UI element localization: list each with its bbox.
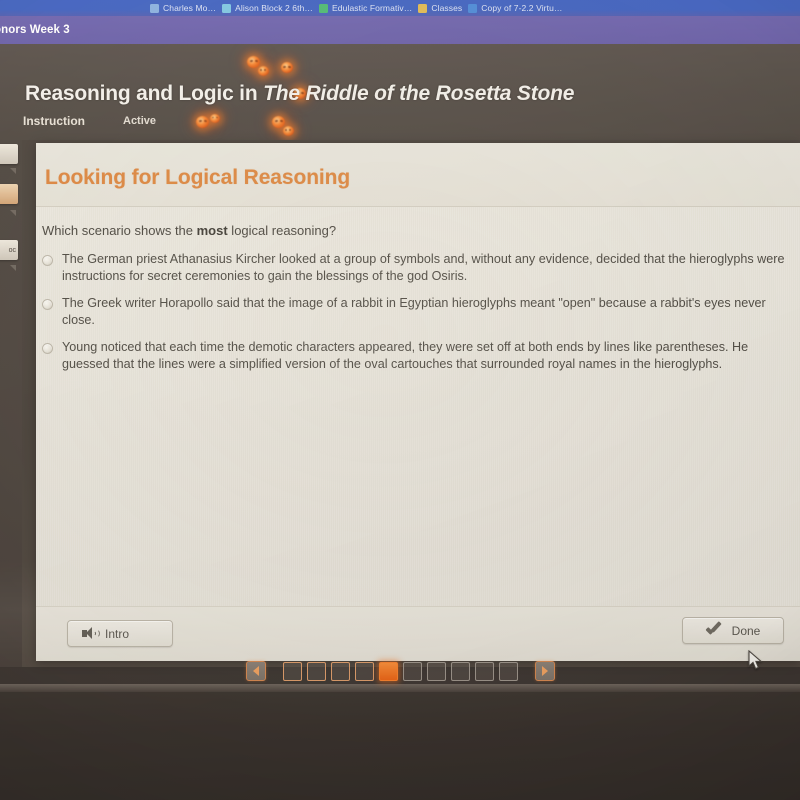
prompt-after: logical reasoning? xyxy=(227,223,337,238)
monitor-bezel: DELL xyxy=(0,692,800,800)
lesson-title-italic: The Riddle of the Rosetta Stone xyxy=(263,82,575,105)
radio-button-icon[interactable] xyxy=(42,299,53,311)
lesson-type-label: Instruction xyxy=(23,114,85,128)
done-button-label: Done xyxy=(731,623,761,638)
card-header: Looking for Logical Reasoning xyxy=(36,143,800,207)
radio-button-icon[interactable] xyxy=(42,343,53,355)
page-dot-2[interactable] xyxy=(306,661,326,681)
answer-options-list: The German priest Athanasius Kircher loo… xyxy=(42,251,800,384)
bookmark-item[interactable]: Charles Mo… xyxy=(150,3,216,13)
page-dot-10[interactable] xyxy=(498,661,518,681)
page-dot-5[interactable] xyxy=(378,661,398,681)
card-heading: Looking for Logical Reasoning xyxy=(45,166,351,189)
rail-collapse-arrow-icon[interactable] xyxy=(10,168,16,174)
status-badge: Active xyxy=(123,115,157,127)
class-banner: onors Week 3 xyxy=(0,16,800,44)
page-dot-6[interactable] xyxy=(402,661,422,681)
page-dot-8[interactable] xyxy=(450,661,470,681)
bookmark-label: Copy of 7-2.2 Virtu… xyxy=(481,3,563,13)
prompt-emphasis: most xyxy=(196,223,228,238)
left-tool-rail: oc xyxy=(0,140,22,667)
pumpkin-decoration-icon xyxy=(283,126,294,136)
bookmark-item[interactable]: Copy of 7-2.2 Virtu… xyxy=(468,3,562,13)
bookmark-label: Classes xyxy=(431,3,463,13)
page-dot-9[interactable] xyxy=(474,661,494,681)
photo-bookmark-icon xyxy=(150,3,159,13)
rail-collapse-arrow-icon[interactable] xyxy=(10,265,16,271)
speaker-icon xyxy=(82,627,100,640)
answer-option[interactable]: Young noticed that each time the demotic… xyxy=(42,339,800,372)
next-page-button[interactable] xyxy=(534,661,555,681)
rail-glossary-icon[interactable]: oc xyxy=(0,240,18,260)
bookmark-item[interactable]: Classes xyxy=(418,3,462,13)
prev-page-button[interactable] xyxy=(245,661,266,681)
page-dot-7[interactable] xyxy=(426,661,446,681)
bookmark-item[interactable]: Alison Block 2 6th… xyxy=(222,3,313,13)
edulastic-bookmark-icon xyxy=(319,3,329,13)
question-prompt: Which scenario shows the most logical re… xyxy=(42,223,336,238)
checkmark-icon xyxy=(706,624,723,637)
card-texture xyxy=(36,143,800,661)
chevron-right-icon xyxy=(541,666,548,676)
rail-bookmark-icon[interactable] xyxy=(0,144,18,164)
pumpkin-decoration-icon xyxy=(281,62,293,73)
browser-bookmarks-bar: Charles Mo… Alison Block 2 6th… Edulasti… xyxy=(0,0,800,16)
prompt-before: Which scenario shows the xyxy=(42,223,197,238)
photo-bookmark-icon xyxy=(222,3,232,13)
page-dot-1[interactable] xyxy=(282,661,302,681)
answer-option[interactable]: The German priest Athanasius Kircher loo… xyxy=(42,251,800,284)
intro-audio-button[interactable]: Intro xyxy=(67,620,173,647)
pumpkin-decoration-icon xyxy=(247,56,260,68)
radio-button-icon[interactable] xyxy=(42,255,53,266)
answer-option-text: The German priest Athanasius Kircher loo… xyxy=(62,252,785,283)
mouse-cursor-icon xyxy=(748,650,763,670)
answer-option-text: The Greek writer Horapollo said that the… xyxy=(62,296,766,327)
page-title: Reasoning and Logic in The Riddle of the… xyxy=(25,82,574,106)
classes-bookmark-icon xyxy=(418,3,428,13)
answer-option[interactable]: The Greek writer Horapollo said that the… xyxy=(42,295,800,328)
rail-collapse-arrow-icon[interactable] xyxy=(10,210,16,216)
page-dot-3[interactable] xyxy=(330,661,350,681)
question-card: Looking for Logical Reasoning Which scen… xyxy=(36,143,800,661)
docs-bookmark-icon xyxy=(468,3,478,13)
lesson-title-plain: Reasoning and Logic in xyxy=(25,82,264,105)
intro-button-label: Intro xyxy=(105,626,130,641)
lesson-header: Reasoning and Logic in The Riddle of the… xyxy=(0,44,800,140)
bookmark-label: Edulastic Formativ… xyxy=(332,3,413,13)
pumpkin-decoration-icon xyxy=(258,66,269,76)
page-navigation xyxy=(0,658,800,684)
bookmark-label: Alison Block 2 6th… xyxy=(235,3,314,13)
pumpkin-decoration-icon xyxy=(196,116,209,128)
class-banner-title: onors Week 3 xyxy=(0,24,70,36)
done-button[interactable]: Done xyxy=(682,617,784,644)
pumpkin-decoration-icon xyxy=(210,114,220,123)
card-footer: Intro Done xyxy=(36,606,800,661)
bookmark-label: Charles Mo… xyxy=(163,3,217,13)
page-dot-4[interactable] xyxy=(354,661,374,681)
bookmark-item[interactable]: Edulastic Formativ… xyxy=(319,3,412,13)
chevron-left-icon xyxy=(252,666,259,676)
answer-option-text: Young noticed that each time the demotic… xyxy=(62,340,749,372)
rail-highlighter-icon[interactable] xyxy=(0,184,18,204)
lesson-meta-row: Instruction Active xyxy=(23,114,156,128)
pumpkin-decoration-icon xyxy=(272,116,285,128)
